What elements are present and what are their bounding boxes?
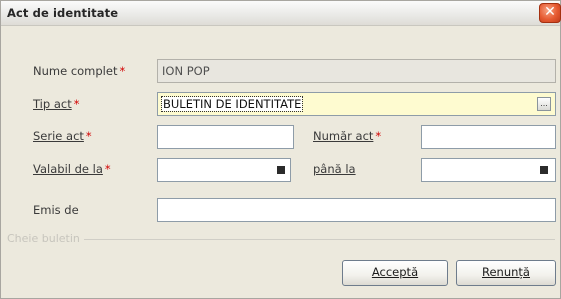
act-type-picker-button[interactable]: ... [537,97,551,111]
calendar-icon[interactable] [540,166,548,174]
title-bar: Act de identitate ✕ [1,1,561,26]
required-marker: * [73,97,80,111]
section-divider [7,239,555,240]
number-label: Număr act * [313,129,382,143]
act-type-label: Tip act * [33,97,80,111]
valid-to-date-input[interactable] [421,158,556,182]
number-input[interactable] [421,125,556,149]
act-type-value: BULETIN DE IDENTITATE [160,96,304,112]
close-icon: ✕ [544,4,556,20]
required-marker: * [375,129,382,143]
required-marker: * [119,64,126,78]
required-marker: * [85,129,92,143]
section-label: Cheie buletin [7,232,84,245]
issued-by-label: Emis de [33,203,79,217]
act-type-field[interactable]: BULETIN DE IDENTITATE ... [157,92,556,116]
series-input[interactable] [157,125,294,149]
cancel-button[interactable]: Renunță [456,260,556,286]
close-button[interactable]: ✕ [539,3,561,23]
valid-to-label: până la [313,162,356,176]
valid-from-date-input[interactable] [157,158,291,182]
identity-document-dialog: Act de identitate ✕ Nume complet * ION PO… [0,0,561,299]
ellipsis-icon: ... [540,99,548,108]
dialog-title: Act de identitate [7,6,119,20]
calendar-icon[interactable] [277,166,285,174]
valid-from-label: Valabil de la * [33,162,111,176]
full-name-field: ION POP [157,59,556,83]
full-name-label: Nume complet * [33,64,126,78]
accept-button[interactable]: Acceptă [342,260,448,286]
full-name-value: ION POP [162,64,210,78]
series-label: Serie act * [33,129,92,143]
issued-by-input[interactable] [157,198,556,222]
required-marker: * [104,162,111,176]
